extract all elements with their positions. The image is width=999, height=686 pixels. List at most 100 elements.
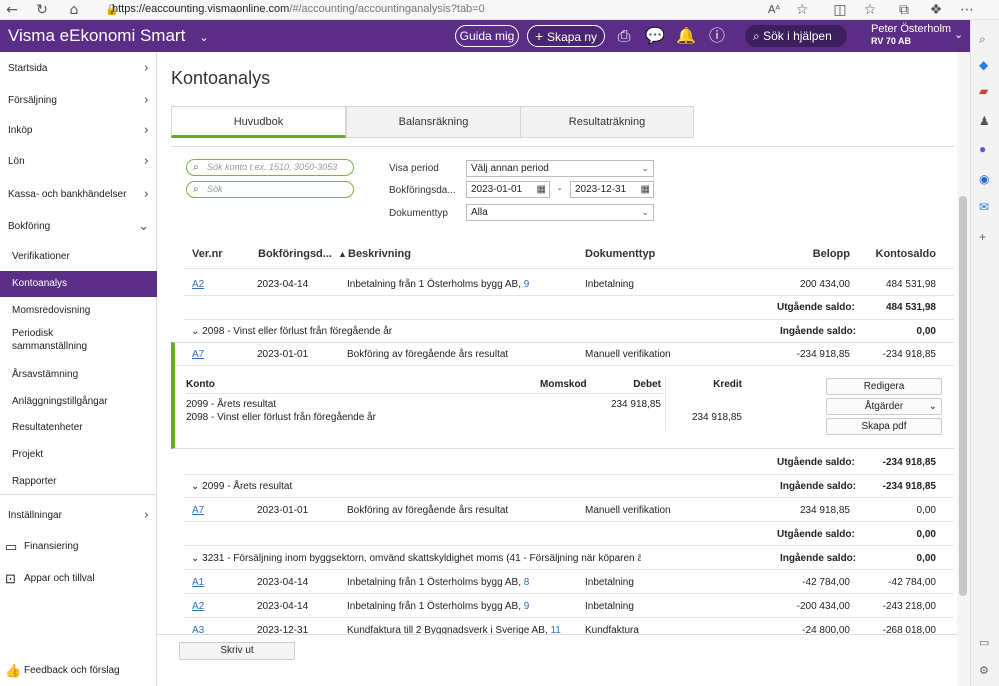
sidebar-item-inkop[interactable]: Inköp › [0, 118, 157, 144]
window-icon[interactable]: ▭ [979, 636, 989, 649]
favorite-star-icon[interactable]: ☆ [790, 0, 814, 20]
back-icon[interactable]: ← [0, 0, 24, 20]
person-icon[interactable]: ♟ [979, 114, 990, 128]
tab-resultatrakning[interactable]: Resultaträkning [520, 106, 694, 138]
chat-icon[interactable]: 💬 [645, 26, 665, 46]
sidebar-item-anlaggningstillgangar[interactable]: Anläggningstillgångar [0, 389, 157, 415]
sidebar-item-arsavstamning[interactable]: Årsavstämning [0, 362, 157, 388]
sidebar-item-rapporter[interactable]: Rapporter [0, 469, 157, 495]
sidebar-item-bokforing[interactable]: Bokföring ⌄ [0, 214, 157, 240]
ver-link[interactable]: A7 [192, 349, 204, 360]
scrollbar[interactable] [957, 52, 970, 686]
col-header-belopp[interactable]: Belopp [797, 248, 850, 260]
ver-number: A2 [192, 601, 205, 612]
search-icon[interactable]: ⌕ [979, 32, 986, 47]
sidebar-item-label: Anläggningstillgångar [12, 396, 108, 407]
row-divider [184, 617, 954, 618]
sidebar-item-kontoanalys[interactable]: Kontoanalys [0, 271, 157, 297]
sidebar-item-forsaljning[interactable]: Försäljning › [0, 88, 157, 114]
print-icon[interactable]: ⎙ [614, 26, 634, 46]
create-pdf-button[interactable]: Skapa pdf [826, 418, 942, 435]
add-icon[interactable]: + [979, 230, 986, 244]
create-new-button[interactable]: + Skapa ny [527, 25, 605, 47]
date-from-input[interactable]: 2023-01-01 ▦ [466, 181, 550, 198]
dokumenttyp-label: Dokumenttyp [389, 208, 448, 219]
guide-button[interactable]: Guida mig [455, 25, 519, 47]
search-input[interactable]: ⌕ Sök [186, 181, 354, 198]
help-search-button[interactable]: ⌕ Sök i hjälpen [745, 25, 847, 47]
help-icon[interactable]: ⓘ [707, 26, 727, 46]
sidebar-item-appar[interactable]: ⊡ Appar och tillval [0, 566, 157, 592]
calendar-icon[interactable]: ▦ [537, 182, 546, 197]
col-header-beskrivning[interactable]: Beskrivning [348, 248, 411, 260]
tools-icon[interactable]: ▰ [979, 84, 988, 98]
invoice-link[interactable]: 8 [524, 577, 530, 588]
group-header-3231[interactable]: ⌄ 3231 - Försäljning inom byggsektorn, o… [191, 553, 641, 564]
sidebar-item-label: Inställningar [8, 510, 62, 521]
sidebar-item-verifikationer[interactable]: Verifikationer [0, 244, 157, 270]
ver-link[interactable]: A2 [192, 601, 204, 612]
sidebar-item-resultatenheter[interactable]: Resultatenheter [0, 415, 157, 441]
copilot-icon[interactable]: ◆ [979, 58, 988, 72]
actions-button[interactable]: Åtgärder ⌄ [826, 398, 942, 415]
sidebar-item-kassa[interactable]: Kassa- och bankhändelser › [0, 182, 157, 208]
sidebar-item-momsredovisning[interactable]: Momsredovisning [0, 298, 157, 324]
col-header-dokumenttyp[interactable]: Dokumenttyp [585, 248, 655, 260]
reload-icon[interactable]: ↻ [30, 0, 54, 20]
calendar-icon[interactable]: ▦ [641, 182, 650, 197]
ingaende-saldo-value: -234 918,85 [882, 481, 936, 492]
sidebar-item-finansiering[interactable]: ▭ Finansiering [0, 534, 157, 560]
bell-icon[interactable]: 🔔 [676, 26, 696, 46]
tab-huvudbok[interactable]: Huvudbok [171, 106, 346, 138]
sidebar-divider [0, 494, 156, 495]
browser-sidebar: ⌕ ◆ ▰ ♟ ● ◉ ✉ + ▭ ⚙ [970, 20, 999, 686]
invoice-link[interactable]: 9 [524, 279, 530, 290]
favorites-icon[interactable]: ☆ [858, 0, 882, 20]
scrollbar-thumb[interactable] [959, 196, 967, 596]
sidebar-item-feedback[interactable]: 👍 Feedback och förslag [0, 658, 157, 684]
col-header-kontosaldo[interactable]: Kontosaldo [868, 248, 937, 260]
sidebar-item-lon[interactable]: Lön › [0, 149, 157, 175]
user-menu[interactable]: Peter Österholm RV 70 AB [871, 23, 951, 47]
bokforingsdatum-label: Bokföringsda... [389, 185, 456, 196]
print-button[interactable]: Skriv ut [179, 642, 295, 660]
settings-icon[interactable]: ⚙ [979, 664, 989, 677]
sidebar-item-projekt[interactable]: Projekt [0, 442, 157, 468]
sidebar-item-periodisk[interactable]: Periodisk sammanställning [0, 325, 157, 355]
home-icon[interactable]: ⌂ [62, 0, 86, 20]
detail-header-debet: Debet [633, 379, 661, 390]
ver-link[interactable]: A7 [192, 505, 204, 516]
row-divider [184, 319, 954, 320]
address-bar[interactable]: https://eaccounting.vismaonline.com/#/ac… [112, 1, 485, 18]
user-chevron-icon[interactable]: ⌄ [954, 28, 963, 41]
chevron-down-icon[interactable]: ⌄ [199, 32, 208, 44]
outlook-icon[interactable]: ◉ [979, 172, 989, 186]
more-icon[interactable]: ⋯ [955, 0, 979, 20]
col-header-vernr[interactable]: Ver.nr [192, 248, 223, 260]
tab-balansrakning[interactable]: Balansräkning [346, 106, 521, 138]
visa-period-select[interactable]: Välj annan period ⌄ [466, 160, 654, 177]
ver-link[interactable]: A2 [192, 279, 204, 290]
brand-logo[interactable]: Visma eEkonomi Smart ⌄ [8, 20, 209, 52]
sidebar-item-label: Inköp [8, 125, 33, 136]
edit-button[interactable]: Redigera [826, 378, 942, 395]
sidebar-item-installningar[interactable]: Inställningar › [0, 503, 157, 529]
group-header-2099[interactable]: ⌄ 2099 - Årets resultat [191, 481, 292, 492]
split-screen-icon[interactable]: ◫ [828, 0, 852, 20]
invoice-link[interactable]: 9 [524, 601, 530, 612]
ver-link[interactable]: A1 [192, 577, 204, 588]
dokumenttyp-select[interactable]: Alla ⌄ [466, 204, 654, 221]
games-icon[interactable]: ● [979, 142, 986, 156]
search-account-input[interactable]: ⌕ Sök konto t.ex. 1510, 3050-3053 [186, 159, 354, 176]
read-aloud-icon[interactable]: Aᴬ [762, 0, 786, 20]
extensions-icon[interactable]: ❖ [924, 0, 948, 20]
drop-icon[interactable]: ✉ [979, 200, 989, 214]
sidebar-item-startsida[interactable]: Startsida › [0, 56, 157, 82]
date-to-input[interactable]: 2023-12-31 ▦ [570, 181, 654, 198]
chevron-right-icon: › [143, 123, 149, 138]
col-header-bokforingsdatum[interactable]: Bokföringsd... ▲ [258, 248, 347, 260]
collections-icon[interactable]: ⧉ [892, 0, 916, 20]
group-header-2098[interactable]: ⌄ 2098 - Vinst eller förlust från föregå… [191, 326, 392, 337]
browser-toolbar: ← ↻ ⌂ 🔒 https://eaccounting.vismaonline.… [0, 0, 999, 20]
row-divider [184, 295, 954, 296]
